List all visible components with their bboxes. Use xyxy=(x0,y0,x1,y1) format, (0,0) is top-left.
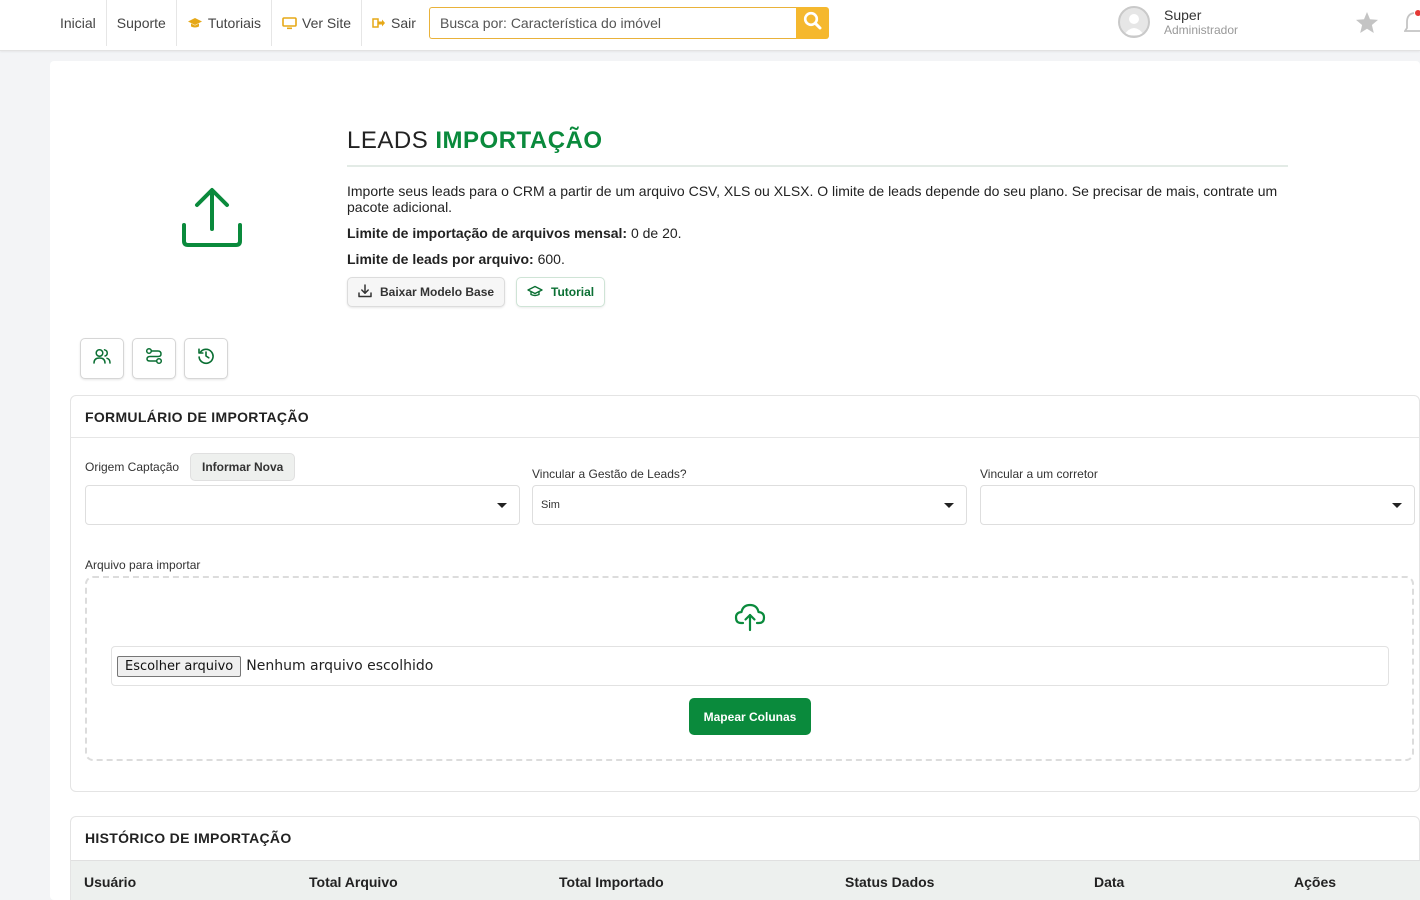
corretor-label: Vincular a um corretor xyxy=(980,467,1098,481)
vincular-select[interactable]: Sim xyxy=(532,485,967,525)
user-name: Super xyxy=(1164,6,1202,23)
tutorial-button[interactable]: Tutorial xyxy=(516,277,606,307)
column-header[interactable]: Total Importado xyxy=(559,874,664,890)
download-label: Baixar Modelo Base xyxy=(380,285,495,299)
avatar xyxy=(1118,6,1150,38)
choose-file-button[interactable]: Escolher arquivo xyxy=(117,655,242,677)
history-table-header: Usuário Total Arquivo Total Importado St… xyxy=(71,860,1420,900)
column-header[interactable]: Usuário xyxy=(84,874,136,890)
user-menu[interactable]: Super Administrador xyxy=(1118,6,1238,38)
nav-item-sair[interactable]: Sair xyxy=(362,0,426,46)
nav-label: Sair xyxy=(391,15,416,31)
route-icon xyxy=(145,347,163,370)
search-button[interactable] xyxy=(796,7,829,39)
download-icon xyxy=(358,283,372,301)
nav-item-ver-site[interactable]: Ver Site xyxy=(272,0,363,46)
column-header[interactable]: Ações xyxy=(1294,874,1336,890)
map-columns-button[interactable]: Mapear Colunas xyxy=(689,698,811,735)
nav-label: Suporte xyxy=(116,15,166,31)
monitor-icon xyxy=(282,16,297,30)
nav-item-tutoriais[interactable]: Tutoriais xyxy=(177,0,273,46)
limit-leads-label: Limite de leads por arquivo: xyxy=(347,251,534,267)
history-icon xyxy=(197,347,215,370)
search-input[interactable] xyxy=(429,7,796,39)
title-accent: IMPORTAÇÃO xyxy=(435,127,603,154)
column-header[interactable]: Total Arquivo xyxy=(309,874,398,890)
file-status: Nenhum arquivo escolhido xyxy=(246,658,434,674)
nav-label: Tutoriais xyxy=(207,15,262,31)
origem-label: Origem Captação xyxy=(85,460,180,474)
history-button[interactable] xyxy=(184,338,228,379)
search-bar xyxy=(429,7,829,39)
history-heading: HISTÓRICO DE IMPORTAÇÃO xyxy=(85,830,292,846)
corretor-select[interactable] xyxy=(980,485,1415,525)
top-navbar: Inicial Suporte Tutoriais Ver Site Sair xyxy=(0,0,1420,51)
vincular-label: Vincular a Gestão de Leads? xyxy=(532,467,687,481)
page-description: Importe seus leads para o CRM a partir d… xyxy=(347,183,1278,215)
informar-nova-button[interactable]: Informar Nova xyxy=(190,453,296,481)
file-input: Escolher arquivo Nenhum arquivo escolhid… xyxy=(111,646,1389,686)
users-icon xyxy=(93,348,111,369)
user-info: Super Administrador xyxy=(1164,6,1239,37)
limit-files-label: Limite de importação de arquivos mensal: xyxy=(347,225,628,241)
graduation-cap-icon xyxy=(187,17,203,29)
file-label: Arquivo para importar xyxy=(85,558,201,572)
mapping-button[interactable] xyxy=(132,338,176,379)
column-header[interactable]: Data xyxy=(1094,874,1124,890)
title-divider xyxy=(347,165,1288,167)
title-plain: LEADS xyxy=(347,127,436,154)
limit-files-value: 0 de 20. xyxy=(627,225,682,241)
graduation-cap-icon xyxy=(527,285,543,300)
limit-leads-value: 600. xyxy=(533,251,565,267)
limit-leads: Limite de leads por arquivo: 600. xyxy=(347,251,565,267)
sign-out-icon xyxy=(372,17,386,29)
nav-label: Inicial xyxy=(60,15,96,31)
origem-select[interactable] xyxy=(85,485,520,525)
star-icon[interactable] xyxy=(1355,11,1379,39)
limit-files: Limite de importação de arquivos mensal:… xyxy=(347,225,682,241)
select-value: Sim xyxy=(541,499,560,511)
download-template-button[interactable]: Baixar Modelo Base xyxy=(347,277,506,307)
caret-down-icon xyxy=(944,503,954,508)
nav-item-inicial[interactable]: Inicial xyxy=(50,0,107,46)
caret-down-icon xyxy=(497,503,507,508)
user-role: Administrador xyxy=(1164,22,1239,37)
caret-down-icon xyxy=(1392,503,1402,508)
main-nav: Inicial Suporte Tutoriais Ver Site Sair xyxy=(50,0,426,46)
tutorial-label: Tutorial xyxy=(551,285,595,299)
column-header[interactable]: Status Dados xyxy=(845,874,934,890)
form-heading: FORMULÁRIO DE IMPORTAÇÃO xyxy=(71,396,1419,438)
nav-item-suporte[interactable]: Suporte xyxy=(107,0,177,46)
page-title: LEADS IMPORTAÇÃO xyxy=(347,127,603,155)
leads-button[interactable] xyxy=(80,338,124,379)
search-icon xyxy=(803,11,822,35)
bell-icon[interactable] xyxy=(1403,10,1420,41)
cloud-upload-icon xyxy=(734,602,766,637)
upload-icon xyxy=(180,185,244,254)
nav-label: Ver Site xyxy=(302,15,352,31)
